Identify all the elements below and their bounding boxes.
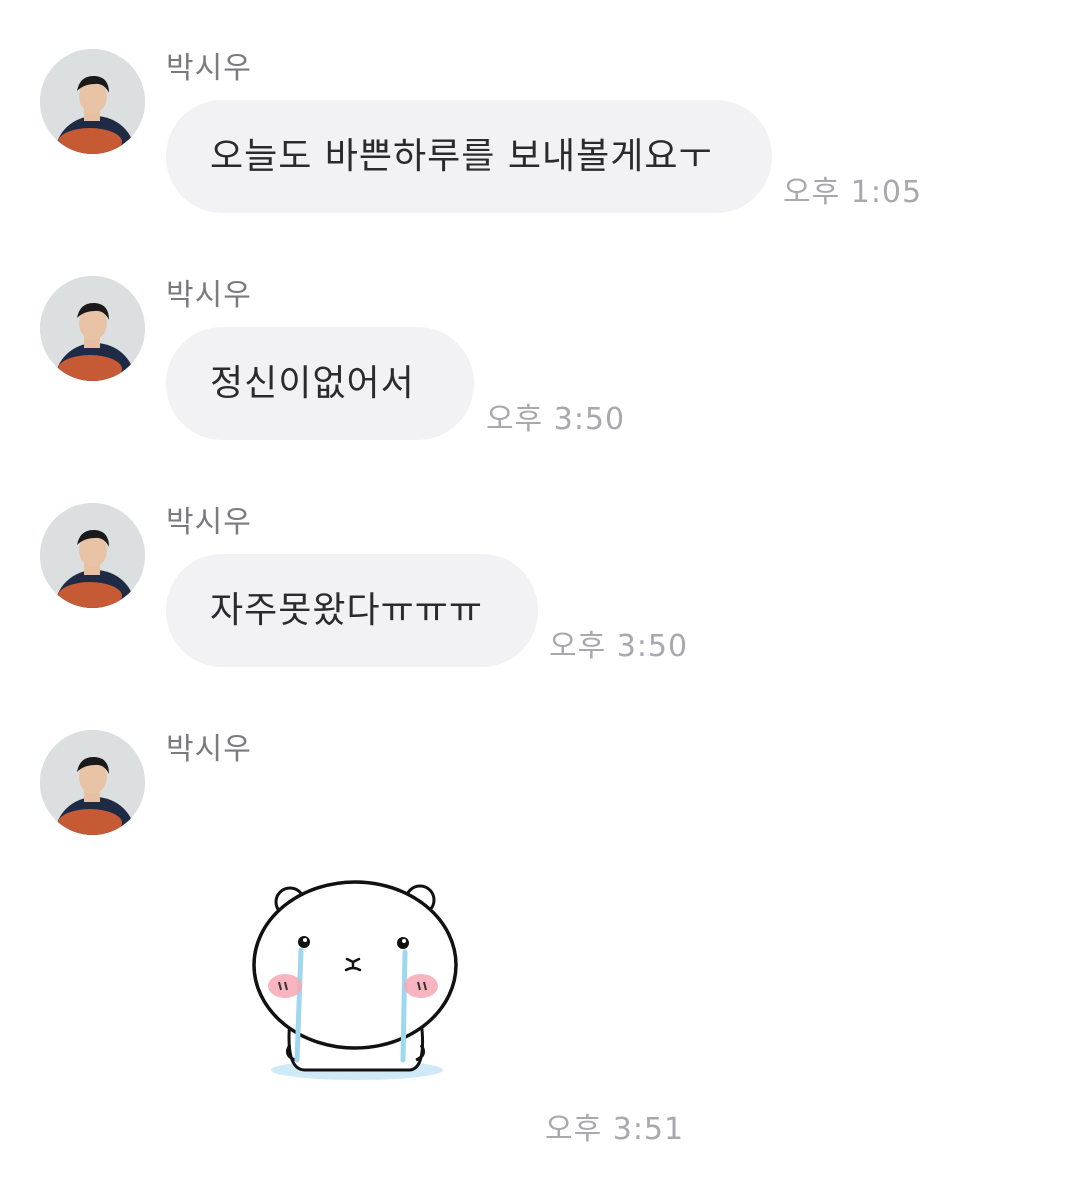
right-tear xyxy=(400,949,408,1063)
message-bubble[interactable]: 오늘도 바쁜하루를 보내볼게요ㅜ xyxy=(166,100,772,213)
bear-head xyxy=(252,880,458,1050)
sender-avatar[interactable] xyxy=(40,730,145,835)
sender-avatar[interactable] xyxy=(40,503,145,608)
chat-message-list[interactable]: 박시우 오늘도 바쁜하루를 보내볼게요ㅜ 오후 1:05 박시우 정신이없어서 … xyxy=(0,0,1077,1192)
message-bubble[interactable]: 자주못왔다ㅠㅠㅠ xyxy=(166,554,538,667)
message-time: 오후 3:51 xyxy=(545,1112,685,1147)
sender-name: 박시우 xyxy=(166,278,252,313)
sender-name: 박시우 xyxy=(166,51,252,86)
message-time: 오후 1:05 xyxy=(783,175,923,210)
left-eye xyxy=(298,936,310,948)
sender-avatar[interactable] xyxy=(40,276,145,381)
message-bubble[interactable]: 정신이없어서 xyxy=(166,327,474,440)
message-time: 오후 3:50 xyxy=(549,629,689,664)
sender-name: 박시우 xyxy=(166,505,252,540)
sender-avatar[interactable] xyxy=(40,49,145,154)
right-eye xyxy=(397,937,409,949)
crying-bear-sticker[interactable] xyxy=(235,870,475,1100)
sender-name: 박시우 xyxy=(166,732,252,767)
message-time: 오후 3:50 xyxy=(486,402,626,437)
